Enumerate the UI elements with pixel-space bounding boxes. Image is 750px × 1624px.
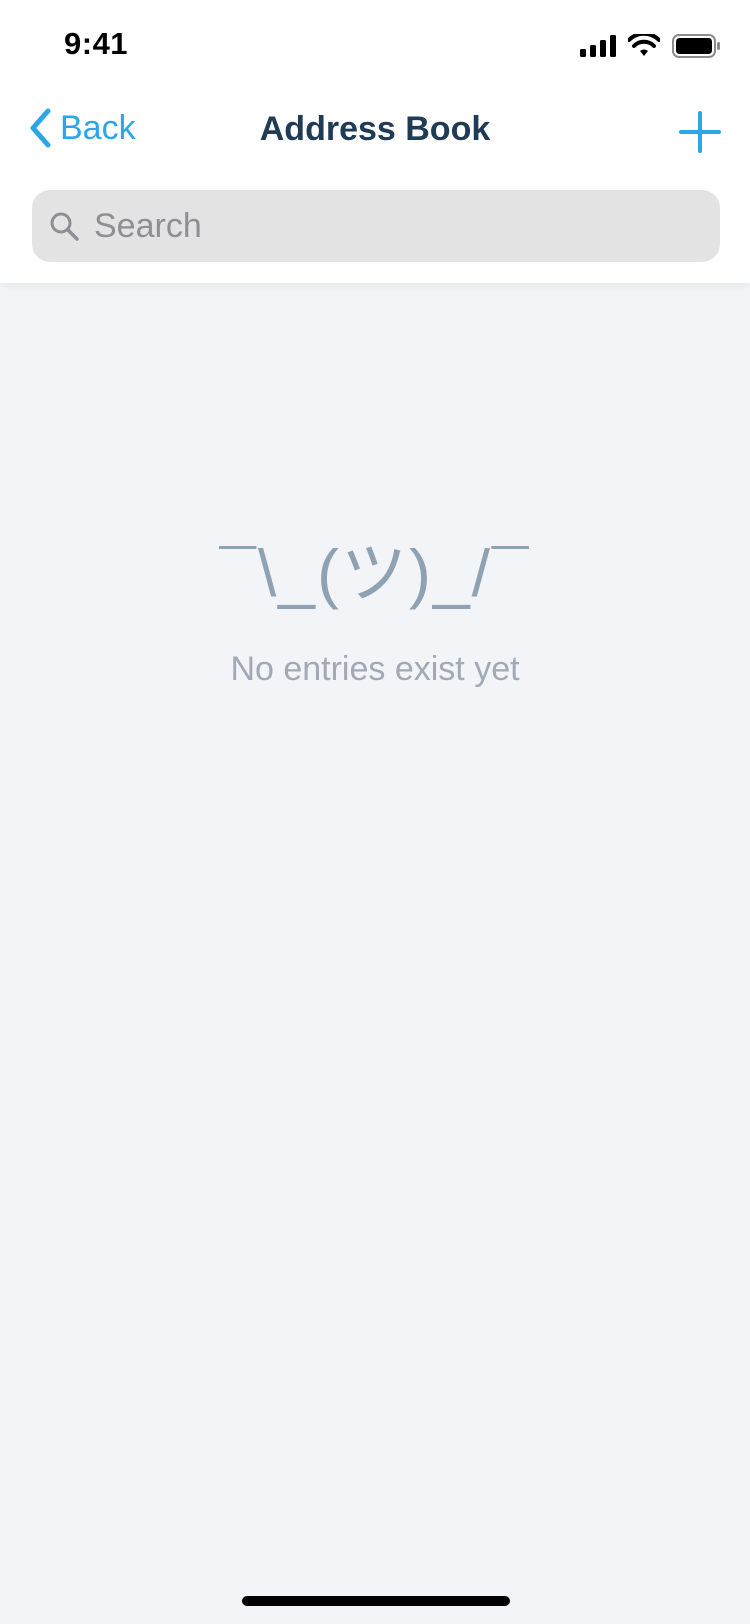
search-input[interactable] [92,205,696,247]
add-entry-button[interactable] [678,110,722,154]
empty-state: ¯\_(ツ)_/¯ No entries exist yet [0,520,750,689]
plus-icon [679,111,721,153]
status-icons [580,32,720,60]
home-indicator[interactable] [242,1596,510,1606]
wifi-icon [628,34,660,56]
search-bar[interactable] [32,190,720,262]
shrug-emoticon: ¯\_(ツ)_/¯ [219,536,531,610]
page-title: Address Book [259,110,491,148]
search-icon [50,212,79,241]
empty-state-message: No entries exist yet [230,650,520,688]
status-time: 9:41 [64,26,129,61]
battery-icon [672,34,720,58]
header: 9:41 Back Address Book [0,0,750,283]
cellular-signal-icon [580,35,616,57]
